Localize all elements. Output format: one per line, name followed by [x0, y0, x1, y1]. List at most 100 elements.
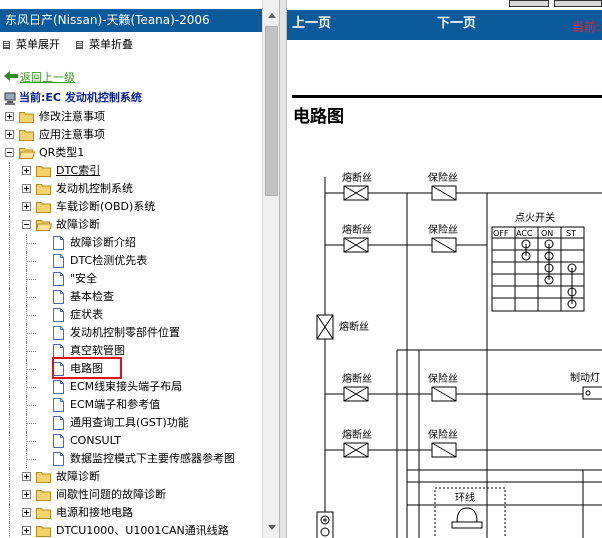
tree-scrollbar[interactable] — [262, 0, 279, 538]
menu-collapse-button[interactable]: 菜单折叠 — [76, 36, 133, 54]
tree-guide-line — [9, 252, 10, 270]
tree-folder-item[interactable]: 发动机控制系统 — [0, 180, 262, 198]
tree-item-label: QR类型1 — [39, 146, 85, 159]
tree-page-item[interactable]: 数据监控模式下主要传感器参考图 — [0, 450, 262, 468]
fusible-link-label-1: 保险丝 — [428, 171, 458, 184]
scroll-down-arrow-icon[interactable] — [264, 520, 279, 535]
ign-pos-off: OFF — [493, 229, 509, 238]
tree-guide-line — [26, 351, 36, 352]
expand-toggle-icon[interactable] — [22, 508, 31, 517]
toolbar-button[interactable] — [554, 0, 602, 7]
tree-guide-line — [9, 234, 10, 252]
tree-page-item[interactable]: 症状表 — [0, 306, 262, 324]
back-link-label: 返回上一级 — [20, 71, 75, 84]
back-arrow-icon — [4, 70, 20, 86]
tree-page-item[interactable]: CONSULT — [0, 432, 262, 450]
tree-item-label: DTCU1000、U1001CAN通讯线路 — [56, 524, 229, 537]
tree-guide-line — [26, 423, 36, 424]
tree-folder-item[interactable]: 车载诊断(OBD)系统 — [0, 198, 262, 216]
document-title: 电路图 — [293, 107, 344, 127]
menu-expand-button[interactable]: 菜单展开 — [3, 36, 60, 54]
expand-toggle-icon[interactable] — [5, 130, 14, 139]
tree-guide-line — [9, 360, 10, 378]
document-icon — [53, 434, 64, 448]
tree-guide-line — [26, 459, 36, 460]
ign-pos-st: ST — [566, 229, 576, 238]
folder-icon — [36, 525, 51, 537]
tree-folder-item[interactable]: QR类型1 — [0, 144, 262, 162]
tree-page-item[interactable]: DTC检测优先表 — [0, 252, 262, 270]
scroll-thumb[interactable] — [265, 26, 278, 196]
expand-toggle-icon[interactable] — [22, 166, 31, 175]
tree-guide-line — [9, 486, 10, 504]
tree-folder-item[interactable]: 间歇性问题的故障诊断 — [0, 486, 262, 504]
content-pane: 上一页 下一页 当前: 电路图 熔断丝 保险丝 熔断丝 保险丝 熔断丝 熔断丝 … — [287, 0, 602, 538]
top-toolbar — [287, 0, 602, 8]
tree-folder-item[interactable]: 故障诊断 — [0, 468, 262, 486]
current-section: 当前:EC 发动机控制系统 — [4, 90, 142, 106]
tree-page-item[interactable]: 通用查询工具(GST)功能 — [0, 414, 262, 432]
document-icon — [53, 254, 64, 268]
title-rule — [292, 95, 602, 98]
ring-label: 环线 — [455, 491, 475, 504]
tree-guide-line — [9, 180, 10, 198]
tree-item-label: 数据监控模式下主要传感器参考图 — [70, 452, 235, 465]
folder-icon — [36, 165, 51, 177]
ign-pos-on: ON — [541, 229, 553, 238]
document-icon — [53, 326, 64, 340]
tree-guide-line — [9, 414, 10, 432]
tree-page-item[interactable]: 真空软管图 — [0, 342, 262, 360]
expand-toggle-icon[interactable] — [22, 472, 31, 481]
pane-splitter[interactable] — [279, 0, 287, 538]
tree-item-label: DTC检测优先表 — [70, 254, 148, 267]
tree-folder-item[interactable]: DTCU1000、U1001CAN通讯线路 — [0, 522, 262, 538]
expand-toggle-icon[interactable] — [22, 526, 31, 535]
tree-guide-line — [26, 405, 36, 406]
selected-item-highlight — [52, 357, 122, 379]
tree-page-item[interactable]: ECM线束接头端子布局 — [0, 378, 262, 396]
tree-folder-item[interactable]: 应用注意事项 — [0, 126, 262, 144]
computer-icon — [4, 92, 16, 105]
tree-guide-line — [9, 342, 10, 360]
tree-guide-line — [9, 324, 10, 342]
scroll-up-arrow-icon[interactable] — [264, 8, 279, 23]
tree-page-item[interactable]: 故障诊断介绍 — [0, 234, 262, 252]
tree-item-label: 通用查询工具(GST)功能 — [70, 416, 189, 429]
document-icon — [53, 344, 64, 358]
tree-page-item[interactable]: ECM端子和参考值 — [0, 396, 262, 414]
next-page-button[interactable]: 下一页 — [437, 10, 476, 38]
tree-item-label: 故障诊断介绍 — [70, 236, 136, 249]
tree-page-item[interactable]: 发动机控制零部件位置 — [0, 324, 262, 342]
menu-toolbar: 菜单展开 菜单折叠 — [0, 36, 262, 54]
tree-folder-item[interactable]: 修改注意事项 — [0, 108, 262, 126]
document-icon — [53, 308, 64, 322]
toolbar-button[interactable] — [509, 0, 549, 7]
document-icon — [53, 452, 64, 466]
expand-toggle-icon[interactable] — [22, 202, 31, 211]
tree-guide-line — [26, 387, 36, 388]
navigation-pane: 东风日产(Nissan)-天籁(Teana)-2006 菜单展开 菜单折叠 返回… — [0, 0, 262, 538]
tree-item-label: ECM端子和参考值 — [70, 398, 161, 411]
tree-page-item[interactable]: "安全 — [0, 270, 262, 288]
current-page-indicator: 当前: — [572, 20, 601, 34]
tree-item-label: ECM线束接头端子布局 — [70, 380, 183, 393]
back-link[interactable]: 返回上一级 — [4, 70, 75, 86]
tree-item-label: DTC索引 — [56, 164, 101, 177]
tree-folder-item[interactable]: 故障诊断 — [0, 216, 262, 234]
tree-item-label: 发动机控制零部件位置 — [70, 326, 180, 339]
tree-guide-line — [9, 288, 10, 306]
collapse-toggle-icon[interactable] — [5, 148, 14, 157]
tree-folder-item[interactable]: DTC索引 — [0, 162, 262, 180]
tree-guide-line — [9, 198, 10, 216]
prev-page-button[interactable]: 上一页 — [292, 10, 331, 38]
expand-toggle-icon[interactable] — [5, 112, 14, 121]
folder-icon — [36, 507, 51, 519]
expand-toggle-icon[interactable] — [22, 184, 31, 193]
tree-page-item[interactable]: 基本检查 — [0, 288, 262, 306]
folder-icon — [36, 183, 51, 195]
tree-guide-line — [9, 162, 10, 180]
tree-page-item[interactable]: 电路图 — [0, 360, 262, 378]
expand-toggle-icon[interactable] — [22, 490, 31, 499]
tree-folder-item[interactable]: 电源和接地电路 — [0, 504, 262, 522]
collapse-toggle-icon[interactable] — [22, 220, 31, 229]
